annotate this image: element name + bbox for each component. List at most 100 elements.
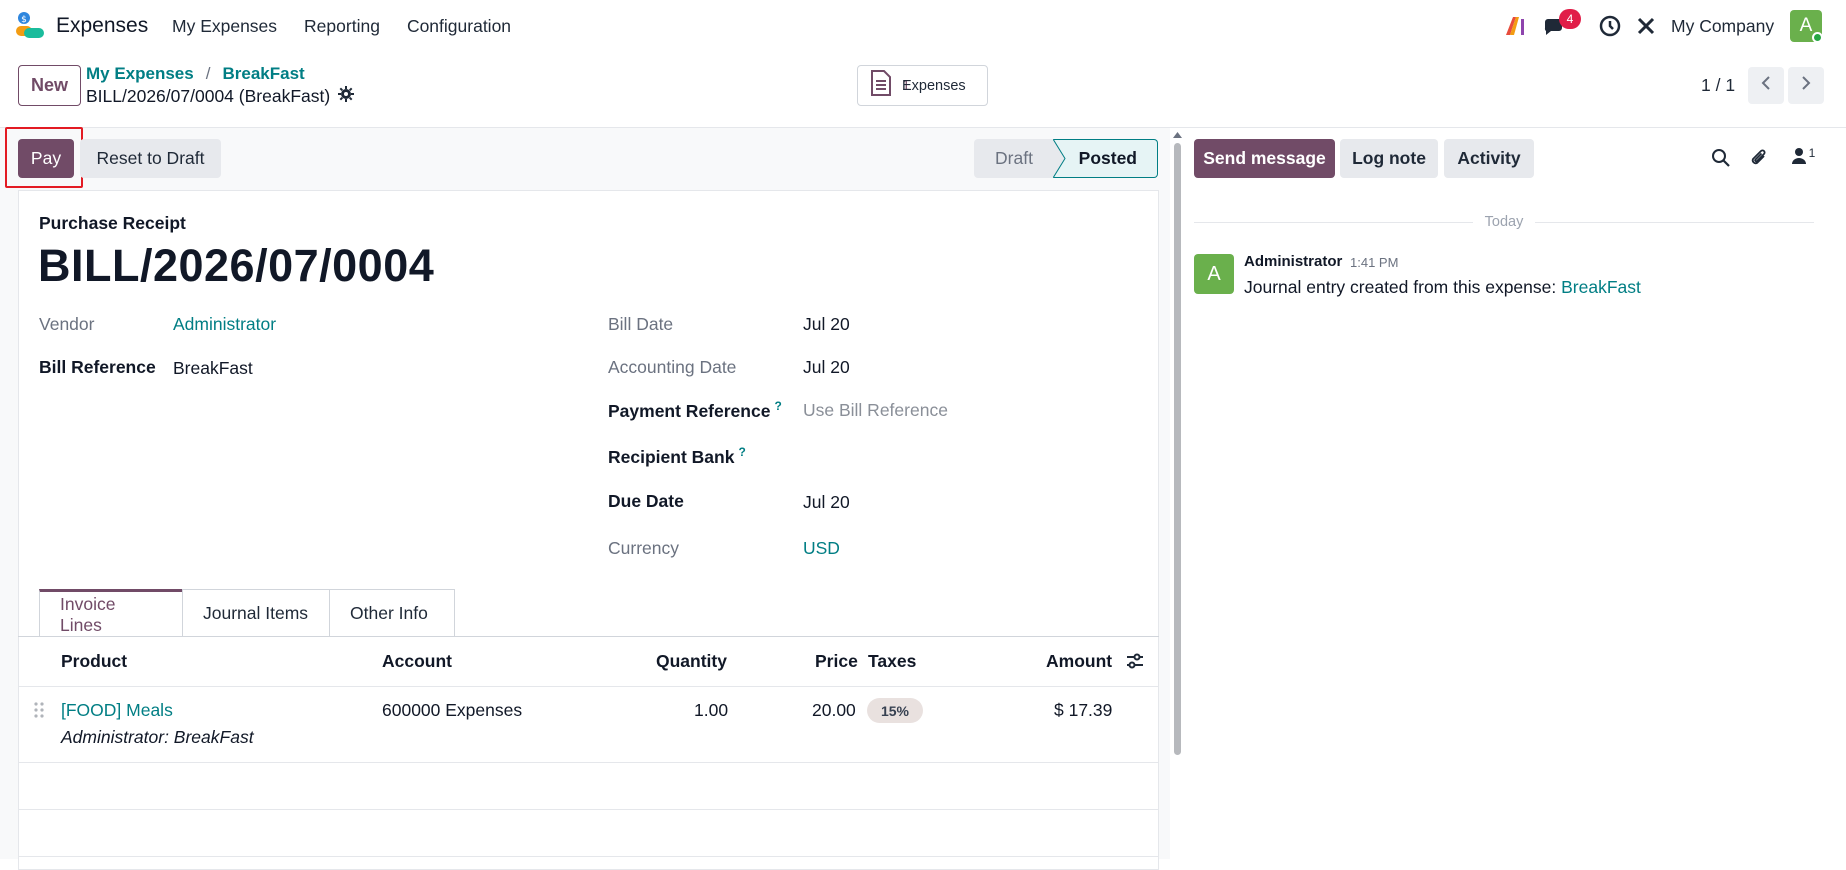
- stage-posted[interactable]: Posted: [1053, 139, 1158, 178]
- menu-my-expenses[interactable]: My Expenses: [172, 16, 277, 37]
- table-row-divider: [18, 809, 1159, 810]
- recipient-bank-label-text: Recipient Bank: [608, 446, 735, 467]
- followers-button[interactable]: 1: [1787, 146, 1819, 170]
- pager-value[interactable]: 1 / 1: [1701, 75, 1735, 96]
- due-date-label: Due Date: [608, 491, 684, 511]
- notebook-tabs: Invoice Lines Journal Items Other Info: [39, 589, 455, 637]
- menu-reporting[interactable]: Reporting: [304, 16, 380, 37]
- main-menu: My Expenses Reporting Configuration: [172, 16, 511, 37]
- currency-field[interactable]: USD: [803, 538, 840, 559]
- help-icon[interactable]: ?: [738, 445, 745, 459]
- form-sheet: [18, 190, 1159, 870]
- chevron-left-icon: [1760, 75, 1772, 96]
- price-cell[interactable]: 20.00: [812, 700, 856, 721]
- document-icon: [870, 70, 892, 101]
- message-author[interactable]: Administrator: [1244, 253, 1342, 270]
- send-message-button[interactable]: Send message: [1194, 139, 1335, 178]
- breadcrumb-separator: /: [205, 64, 211, 83]
- recipient-bank-label: Recipient Bank?: [608, 445, 746, 468]
- search-icon[interactable]: [1709, 146, 1733, 170]
- followers-count: 1: [1808, 146, 1816, 160]
- message-time: 1:41 PM: [1350, 255, 1399, 270]
- column-settings-icon[interactable]: [1126, 652, 1144, 675]
- separator-line: [1535, 221, 1815, 223]
- messages-badge: 4: [1559, 9, 1581, 29]
- amount-cell: $ 17.39: [1054, 700, 1113, 720]
- quantity-cell[interactable]: 1.00: [694, 700, 728, 721]
- column-account[interactable]: Account: [382, 651, 452, 672]
- bill-reference-label: Bill Reference: [39, 357, 156, 377]
- document-name: BILL/2026/07/0004: [38, 240, 435, 291]
- help-icon[interactable]: ?: [774, 399, 781, 413]
- breadcrumb: My Expenses / BreakFast: [86, 64, 305, 84]
- message-link[interactable]: BreakFast: [1561, 277, 1641, 297]
- stage-draft[interactable]: Draft: [974, 139, 1054, 178]
- message-body: Journal entry created from this expense:…: [1244, 277, 1641, 298]
- due-date-field[interactable]: Jul 20: [803, 492, 850, 513]
- pay-button-highlight: [5, 127, 83, 188]
- top-navbar: $ Expenses My Expenses Reporting Configu…: [0, 0, 1846, 52]
- activity-button[interactable]: Activity: [1444, 139, 1534, 178]
- app-name[interactable]: Expenses: [56, 14, 148, 38]
- record-title-row: BILL/2026/07/0004 (BreakFast): [86, 86, 355, 107]
- tab-invoice-lines[interactable]: Invoice Lines: [39, 589, 183, 637]
- company-switcher[interactable]: My Company: [1671, 16, 1774, 37]
- payment-reference-field[interactable]: Use Bill Reference: [803, 400, 948, 421]
- separator-line: [1194, 221, 1473, 223]
- reset-to-draft-button[interactable]: Reset to Draft: [80, 139, 221, 178]
- expenses-app-icon[interactable]: $: [16, 12, 46, 40]
- bill-date-label: Bill Date: [608, 314, 674, 334]
- column-product[interactable]: Product: [61, 651, 127, 672]
- payment-reference-label-text: Payment Reference: [608, 400, 771, 421]
- date-separator-label: Today: [1484, 214, 1524, 230]
- bill-reference-field[interactable]: BreakFast: [173, 358, 253, 379]
- column-amount[interactable]: Amount: [1046, 651, 1112, 672]
- table-row-divider: [18, 856, 1159, 857]
- paperclip-icon[interactable]: [1747, 146, 1771, 170]
- expenses-smart-button[interactable]: Expenses 1: [857, 65, 988, 106]
- table-header-divider: [18, 686, 1159, 687]
- payment-reference-label: Payment Reference?: [608, 399, 782, 422]
- column-price[interactable]: Price: [815, 651, 858, 672]
- account-cell[interactable]: 600000 Expenses: [382, 700, 522, 721]
- chevron-right-icon: [1800, 75, 1812, 96]
- description-cell[interactable]: Administrator: BreakFast: [61, 727, 254, 748]
- table-row-divider: [18, 762, 1159, 763]
- gear-icon[interactable]: [338, 86, 355, 107]
- status-bar: Draft Posted: [974, 139, 1158, 178]
- new-button[interactable]: New: [18, 65, 81, 106]
- menu-configuration[interactable]: Configuration: [407, 16, 511, 37]
- tab-journal-items[interactable]: Journal Items: [182, 589, 330, 637]
- user-icon: [1791, 147, 1807, 170]
- breadcrumb-breakfast[interactable]: BreakFast: [222, 64, 304, 84]
- online-status-dot: [1812, 32, 1823, 43]
- tab-other-info[interactable]: Other Info: [329, 589, 455, 637]
- column-quantity[interactable]: Quantity: [656, 651, 727, 672]
- accounting-date-label: Accounting Date: [608, 357, 737, 377]
- breadcrumb-my-expenses[interactable]: My Expenses: [86, 64, 194, 84]
- currency-label: Currency: [608, 538, 679, 558]
- message-avatar[interactable]: A: [1194, 254, 1234, 294]
- smart-button-label: Expenses: [902, 77, 966, 94]
- accounting-date-field[interactable]: Jul 20: [803, 357, 850, 378]
- pager-previous-button[interactable]: [1748, 67, 1784, 104]
- message-text: Journal entry created from this expense:: [1244, 277, 1562, 297]
- vendor-field[interactable]: Administrator: [173, 314, 276, 335]
- product-cell[interactable]: [FOOD] Meals: [61, 700, 173, 721]
- vendor-label: Vendor: [39, 314, 95, 334]
- tax-badge[interactable]: 15%: [867, 698, 923, 723]
- ai-icon[interactable]: [1502, 12, 1530, 40]
- scrollbar-thumb[interactable]: [1174, 143, 1181, 755]
- bill-date-field[interactable]: Jul 20: [803, 314, 850, 335]
- drag-handle-icon[interactable]: [33, 701, 45, 724]
- document-type: Purchase Receipt: [39, 213, 186, 233]
- clock-icon[interactable]: [1596, 12, 1624, 40]
- date-separator: Today: [1194, 214, 1815, 230]
- pager-next-button[interactable]: [1788, 67, 1824, 104]
- tools-icon[interactable]: [1632, 12, 1660, 40]
- column-taxes[interactable]: Taxes: [868, 651, 916, 672]
- record-title: BILL/2026/07/0004 (BreakFast): [86, 86, 331, 106]
- log-note-button[interactable]: Log note: [1340, 139, 1438, 178]
- tabs-divider: [18, 636, 1159, 637]
- stage-posted-label: Posted: [1078, 148, 1137, 168]
